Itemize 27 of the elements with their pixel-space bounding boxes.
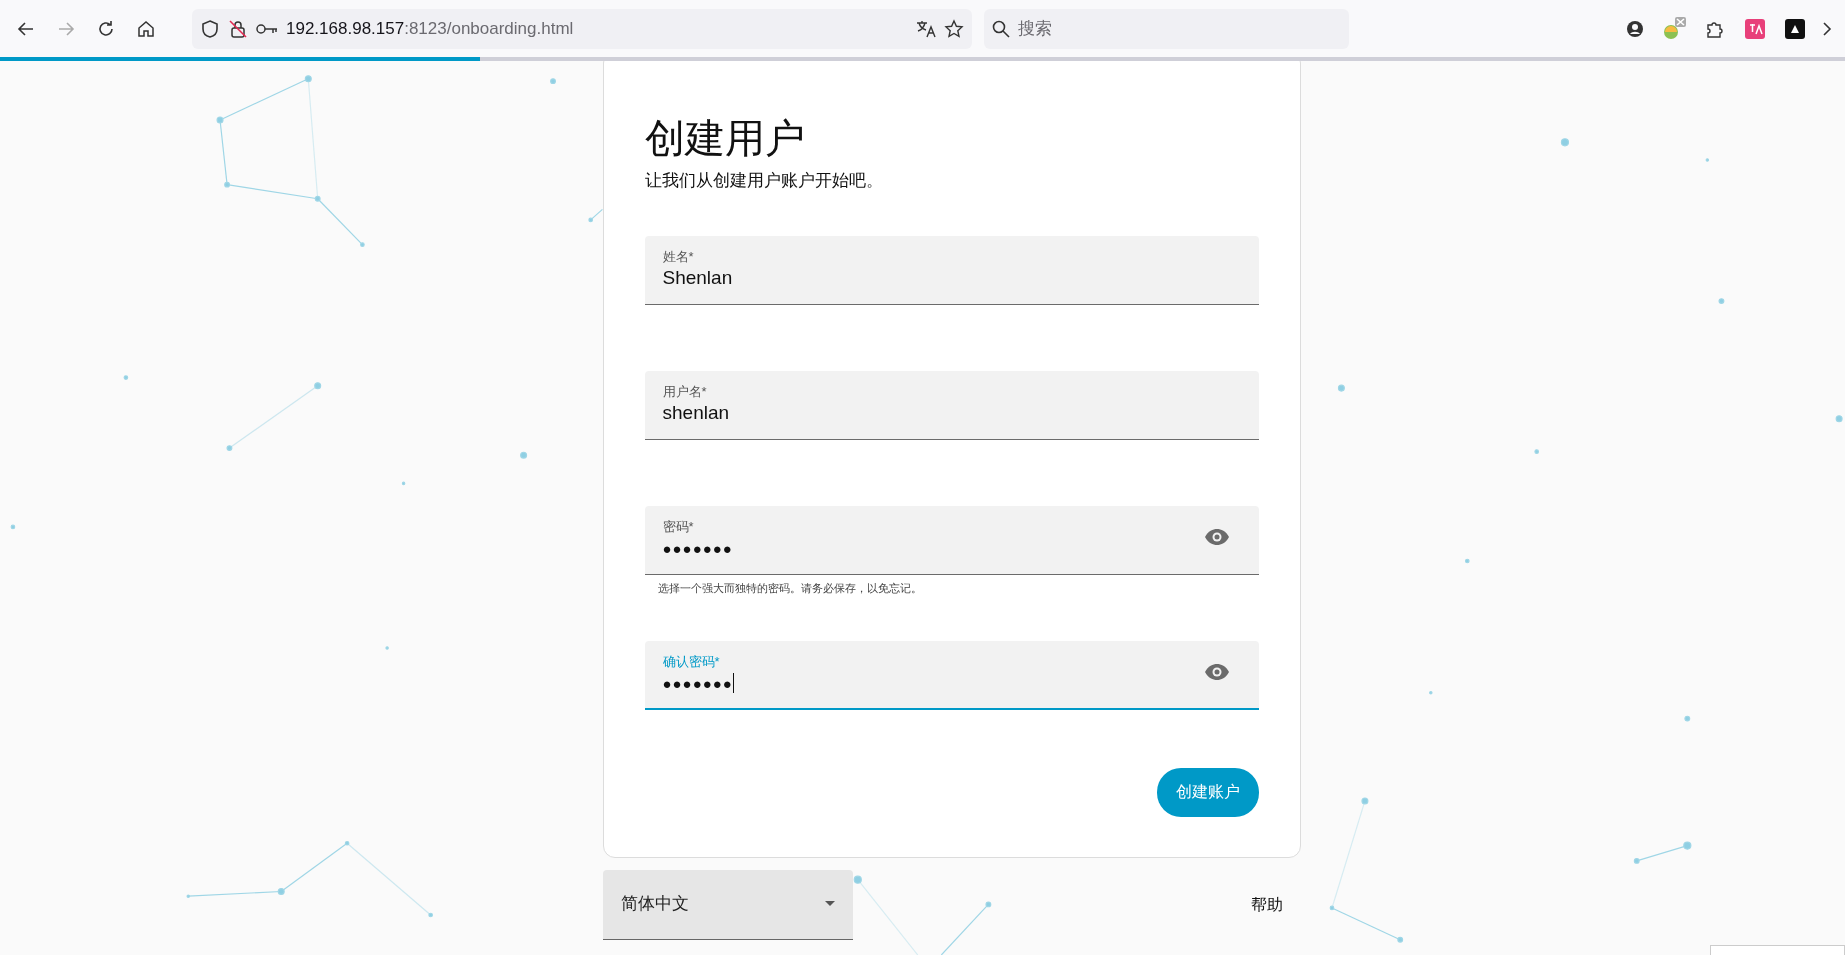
url-text: 192.168.98.157:8123/onboarding.html	[286, 17, 574, 40]
forward-arrow-icon	[57, 19, 75, 38]
translate-icon[interactable]	[916, 18, 936, 39]
crossed-lock-icon	[228, 18, 248, 39]
text-field[interactable]: 用户名* shenlan	[644, 370, 1259, 440]
back-arrow-icon	[17, 19, 35, 38]
eye-icon[interactable]	[1204, 528, 1229, 545]
home-icon	[137, 19, 155, 38]
helper-text: 选择一个强大而独特的密码。请务必保存，以免忘记。	[656, 580, 923, 596]
reload-icon	[97, 19, 115, 38]
extension-icon	[1662, 16, 1688, 41]
page-title: 创建用户	[644, 115, 806, 162]
caret-icon	[824, 901, 835, 907]
help-link[interactable]: 帮助	[1250, 892, 1301, 917]
key-icon	[256, 21, 278, 36]
search-icon	[992, 19, 1010, 38]
address-bar[interactable]: 192.168.98.157:8123/onboarding.html	[192, 8, 972, 49]
eye-icon[interactable]	[1204, 663, 1229, 680]
language-select[interactable]: 简体中文	[602, 869, 853, 940]
search-field[interactable]: 搜索	[984, 8, 1349, 49]
account-icon	[1626, 19, 1644, 38]
subtitle: 让我们从创建用户账户开始吧。	[644, 170, 884, 192]
password-field[interactable]: 确认密码* ●●●●●●●	[644, 640, 1259, 710]
star-icon[interactable]	[944, 18, 964, 39]
text-field[interactable]: 姓名* Shenlan	[644, 235, 1259, 305]
password-field[interactable]: 密码* ●●●●●●●	[644, 505, 1259, 575]
shield-icon	[200, 18, 220, 39]
